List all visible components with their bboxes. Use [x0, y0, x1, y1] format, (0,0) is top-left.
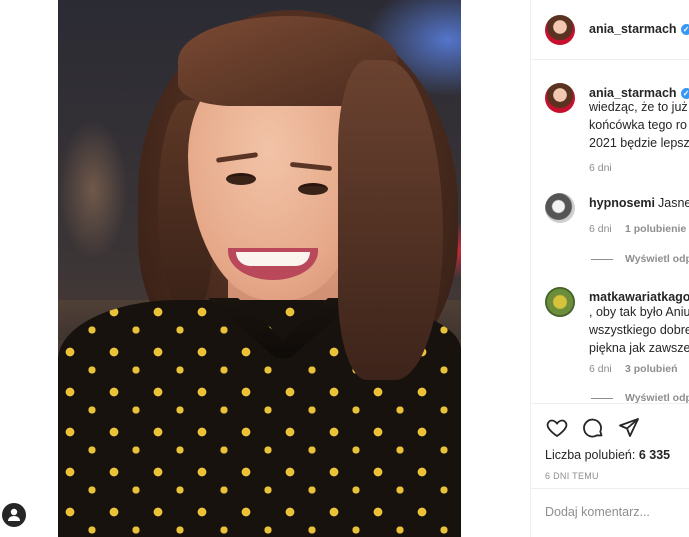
comment-likes[interactable]: 1 polubienie	[625, 223, 686, 235]
caption-line-3: 2021 będzie lepsz	[589, 136, 689, 150]
caption-avatar[interactable]	[545, 83, 575, 113]
comment-time[interactable]: 6 dni	[589, 363, 612, 375]
add-comment-area	[531, 488, 689, 537]
eye-left	[226, 173, 256, 185]
comment-likes-text[interactable]: 3 polubień	[625, 363, 678, 375]
comment-time[interactable]: 6 dni	[589, 223, 612, 235]
caption-time[interactable]: 6 dni	[589, 162, 612, 174]
replies-divider	[591, 258, 613, 260]
caption-line-1: wiedząc, że to już	[589, 100, 688, 114]
background-light	[58, 120, 128, 260]
author-username-text[interactable]: ania_starmach	[589, 22, 677, 36]
comment-text: Jasne,	[658, 196, 689, 210]
caption-line-2: końcówka tego ro	[589, 118, 687, 132]
post-actions: Liczba polubień: 6 335 6 DNI TEMU	[531, 403, 689, 488]
comment-avatar[interactable]	[545, 287, 575, 317]
comment-avatar[interactable]	[545, 193, 575, 223]
replies-divider	[591, 397, 613, 399]
likes-label: Liczba polubień:	[545, 448, 636, 462]
heart-icon[interactable]	[545, 416, 569, 440]
user-tag-icon[interactable]	[2, 503, 26, 527]
author-username[interactable]: ania_starmach ✓	[589, 22, 689, 36]
post-photo[interactable]	[58, 0, 461, 537]
post-side-panel: ania_starmach ✓ ania_starmach ✓ wiedząc, ż…	[530, 0, 689, 537]
comment-username[interactable]: hypnosemi	[589, 196, 655, 210]
likes-count[interactable]: Liczba polubień: 6 335	[545, 448, 670, 462]
comment-line-2: wszystkiego dobre	[589, 323, 689, 337]
teeth	[236, 252, 310, 266]
share-icon[interactable]	[617, 416, 641, 440]
post-header: ania_starmach ✓	[531, 0, 689, 60]
comment-likes[interactable]: 3 polubień	[625, 363, 678, 375]
comment-icon[interactable]	[581, 416, 605, 440]
add-comment-input[interactable]	[545, 505, 685, 519]
likes-number[interactable]: 6 335	[639, 448, 670, 462]
view-replies-button[interactable]: Wyświetl odp	[591, 253, 689, 265]
verified-badge-icon: ✓	[680, 24, 689, 36]
comment-likes-text[interactable]: 1 polubienie	[625, 223, 686, 235]
comment-line-3: piękna jak zawsze	[589, 341, 689, 355]
comment-line-1: , oby tak było Aniu	[589, 305, 689, 319]
author-avatar[interactable]	[545, 15, 575, 45]
comment-username[interactable]: matkawariatkago	[589, 290, 689, 304]
instagram-post-view: ania_starmach ✓ ania_starmach ✓ wiedząc, ż…	[0, 0, 689, 537]
post-date[interactable]: 6 DNI TEMU	[545, 471, 599, 481]
view-replies-label[interactable]: Wyświetl odp	[625, 253, 689, 265]
eye-right	[298, 183, 328, 195]
